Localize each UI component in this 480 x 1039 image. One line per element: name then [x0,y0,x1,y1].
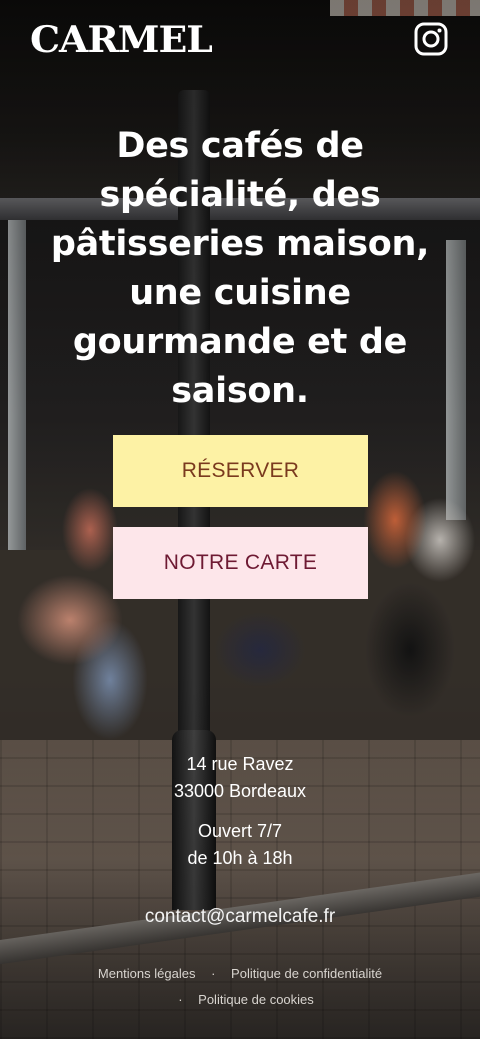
brand-logo[interactable]: CARMEL [30,18,213,62]
footer-separator-2: · [178,992,183,1007]
footer-links-row-2: · Politique de cookies [0,992,480,1007]
opening-hours-block: Ouvert 7/7 de 10h à 18h [0,818,480,872]
instagram-icon [414,22,448,56]
footer-separator: · [211,966,216,981]
hero-headline: Des cafés de spécialité, des pâtisseries… [50,126,430,411]
footer-link-legal[interactable]: Mentions légales [98,966,196,981]
menu-button[interactable]: NOTRE CARTE [113,527,368,599]
address-block: 14 rue Ravez 33000 Bordeaux [0,751,480,805]
landing-page: CARMEL Des cafés de spécialité, des pâti… [0,0,480,1039]
brand-logo-text: CARMEL [30,19,213,61]
address-city: 33000 Bordeaux [173,781,307,801]
instagram-link[interactable] [414,22,448,56]
footer-link-privacy[interactable]: Politique de confidentialité [231,966,382,981]
footer-link-cookies[interactable]: Politique de cookies [198,992,314,1007]
hours-times: de 10h à 18h [187,848,293,868]
address-street: 14 rue Ravez [186,754,294,774]
reserve-button[interactable]: RÉSERVER [113,435,368,507]
hours-days: Ouvert 7/7 [197,821,283,841]
contact-email-link[interactable]: contact@carmelcafe.fr [0,906,480,928]
footer-links-row-1: Mentions légales · Politique de confiden… [0,966,480,981]
